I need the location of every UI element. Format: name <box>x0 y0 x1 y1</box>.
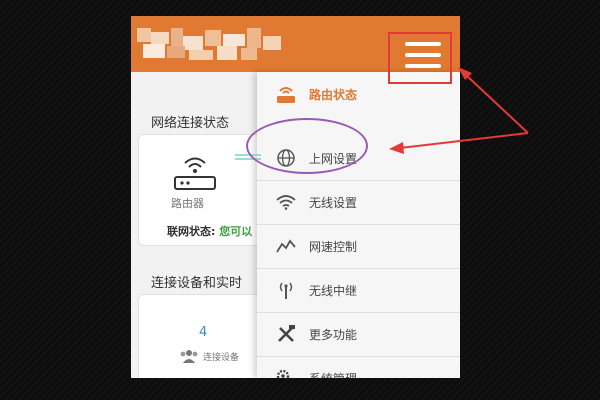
menu-item-more-features[interactable]: 更多功能 <box>257 312 460 357</box>
menu-item-label: 无线中继 <box>309 283 358 298</box>
phone-screen: 网络连接状态 路由器 联网状态: 您可以 连接设备和实时 4 连接设备 路由状态… <box>131 16 460 378</box>
menu-item-label: 网速控制 <box>309 239 358 254</box>
antenna-icon <box>275 279 297 301</box>
link-status-value: 您可以 <box>219 225 253 238</box>
menu-item-label: 无线设置 <box>309 195 358 210</box>
link-status: 联网状态: 您可以 <box>167 223 252 239</box>
menu-item-system-management[interactable]: 系统管理 <box>257 356 460 378</box>
side-menu: 路由状态 上网设置 无线设置 网速控制 无线中继 更多功能 <box>257 72 460 378</box>
menu-item-label: 上网设置 <box>309 151 358 166</box>
menu-item-wireless-settings[interactable]: 无线设置 <box>257 180 460 225</box>
main-content: 网络连接状态 路由器 联网状态: 您可以 连接设备和实时 4 连接设备 <box>131 72 290 378</box>
wifi-icon <box>275 191 297 213</box>
users-icon <box>180 350 198 363</box>
link-line <box>235 154 261 160</box>
menu-item-label: 路由状态 <box>309 87 358 102</box>
globe-icon <box>275 147 297 169</box>
link-status-label: 联网状态: <box>167 225 216 238</box>
network-status-title: 网络连接状态 <box>151 116 230 131</box>
tools-icon <box>275 323 297 345</box>
devices-title: 连接设备和实时 <box>151 276 243 291</box>
menu-item-wireless-repeater[interactable]: 无线中继 <box>257 268 460 313</box>
router-icon <box>174 157 216 190</box>
gears-icon <box>275 367 297 378</box>
menu-item-internet-settings[interactable]: 上网设置 <box>257 136 460 181</box>
router-icon <box>275 83 297 105</box>
menu-item-speed-control[interactable]: 网速控制 <box>257 224 460 269</box>
menu-item-label: 系统管理 <box>309 370 357 379</box>
hamburger-icon <box>405 42 441 46</box>
devices-label: 连接设备 <box>203 352 240 363</box>
blurred-title <box>137 28 287 60</box>
menu-item-label: 更多功能 <box>309 327 358 342</box>
speed-chart-icon <box>275 235 297 257</box>
device-count: 4 <box>199 325 208 340</box>
arrow-head-icon <box>458 67 472 80</box>
devices-row: 连接设备 <box>179 349 239 363</box>
menu-item-router-status[interactable]: 路由状态 <box>257 72 460 116</box>
router-label: 路由器 <box>171 197 204 210</box>
menu-button[interactable] <box>405 42 441 68</box>
top-bar <box>131 16 460 72</box>
